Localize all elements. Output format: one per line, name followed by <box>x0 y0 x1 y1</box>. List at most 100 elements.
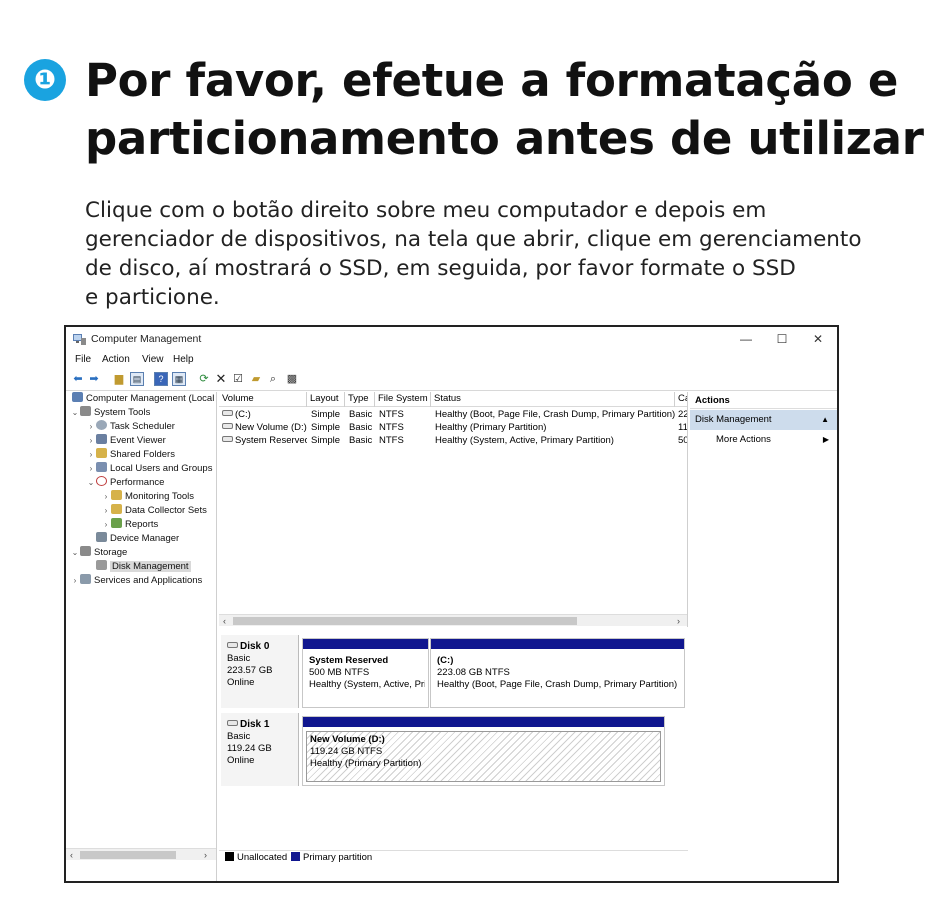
help-icon[interactable]: ? <box>154 372 168 386</box>
clock-icon <box>96 420 107 430</box>
tree-item-performance[interactable]: ⌄ Performance <box>86 476 164 490</box>
instructions: Clique com o botão direito sobre meu com… <box>85 196 925 312</box>
drive-icon <box>222 436 233 442</box>
drive-icon <box>222 410 233 416</box>
column-header-type[interactable]: Type <box>345 392 375 407</box>
tools-icon <box>80 406 91 416</box>
collapse-arrow-icon[interactable]: ⌄ <box>86 476 96 490</box>
open-folder-icon[interactable]: ▰ <box>249 372 263 386</box>
back-arrow-icon[interactable]: ⬅ <box>71 372 85 386</box>
data-collector-icon <box>111 504 122 514</box>
disk-0-label[interactable]: Disk 0 Basic 223.57 GB Online <box>221 635 299 708</box>
partition-new-volume-d[interactable]: New Volume (D:) 119.24 GB NTFS Healthy (… <box>302 716 665 786</box>
unallocated-swatch <box>225 852 234 861</box>
tree-item-system-tools[interactable]: ⌄ System Tools <box>70 406 150 420</box>
tree-item-computer-management[interactable]: Computer Management (Local <box>70 392 214 406</box>
tree-item-storage[interactable]: ⌄ Storage <box>70 546 127 560</box>
refresh-icon[interactable]: ⟳ <box>197 372 211 386</box>
toolbar: ⬅ ➡ ▆ ▤ ? ▦ ⟳ ✕ ☑ ▰ ⌕ ▩ <box>66 369 837 391</box>
instructions-line-2: gerenciador de dispositivos, na tela que… <box>85 227 862 252</box>
tree-item-task-scheduler[interactable]: › Task Scheduler <box>86 420 175 434</box>
tree-item-disk-management[interactable]: Disk Management <box>86 560 191 574</box>
column-header-capacity[interactable]: Ca <box>675 392 687 407</box>
partition-system-reserved[interactable]: System Reserved 500 MB NTFS Healthy (Sys… <box>302 638 429 708</box>
expand-arrow-icon[interactable]: › <box>86 448 96 462</box>
storage-icon <box>80 546 91 556</box>
properties-icon[interactable]: ☑ <box>231 372 245 386</box>
expand-arrow-icon[interactable]: › <box>101 490 111 504</box>
computer-management-icon <box>73 334 86 345</box>
menu-file[interactable]: File <box>75 354 91 365</box>
folder-icon <box>111 490 122 500</box>
collapse-arrow-icon[interactable]: ⌄ <box>70 546 80 560</box>
performance-icon <box>96 476 107 486</box>
tree-item-monitoring-tools[interactable]: › Monitoring Tools <box>101 490 194 504</box>
tree-item-event-viewer[interactable]: › Event Viewer <box>86 434 166 448</box>
legend-primary-partition: Primary partition <box>291 851 372 865</box>
menu-action[interactable]: Action <box>102 354 130 365</box>
maximize-button[interactable]: ☐ <box>767 331 797 347</box>
menu-view[interactable]: View <box>142 354 164 365</box>
partition-c[interactable]: (C:) 223.08 GB NTFS Healthy (Boot, Page … <box>430 638 685 708</box>
expand-arrow-icon[interactable]: › <box>86 434 96 448</box>
drive-icon <box>222 423 233 429</box>
actions-section-disk-management[interactable]: Disk Management ▲ <box>690 410 837 430</box>
scroll-left-icon[interactable]: ‹ <box>70 849 73 861</box>
volume-list-horizontal-scrollbar[interactable]: ‹ › <box>219 614 687 627</box>
volume-list-header: Volume Layout Type File System Status Ca <box>219 392 687 407</box>
search-icon[interactable]: ⌕ <box>266 372 280 386</box>
expand-arrow-icon[interactable]: › <box>70 574 80 588</box>
collapse-arrow-icon[interactable]: ⌄ <box>70 406 80 420</box>
tree-item-device-manager[interactable]: Device Manager <box>86 532 179 546</box>
close-button[interactable]: ✕ <box>803 331 833 347</box>
column-header-layout[interactable]: Layout <box>307 392 345 407</box>
disk-icon <box>227 642 238 648</box>
volume-row[interactable]: (C:) Simple Basic NTFS Healthy (Boot, Pa… <box>219 408 687 421</box>
tree-item-shared-folders[interactable]: › Shared Folders <box>86 448 175 462</box>
computer-management-window: Computer Management — ☐ ✕ File Action Vi… <box>64 325 839 883</box>
page-title: Por favor, efetue a formatação e partici… <box>85 52 935 168</box>
primary-partition-bar <box>303 717 664 727</box>
tree-item-local-users[interactable]: › Local Users and Groups <box>86 462 212 476</box>
actions-pane: Actions Disk Management ▲ More Actions ▶ <box>690 392 837 881</box>
collapse-up-icon[interactable]: ▲ <box>821 410 829 430</box>
console-tree-icon[interactable]: ▤ <box>130 372 144 386</box>
tree-item-data-collector-sets[interactable]: › Data Collector Sets <box>101 504 207 518</box>
up-folder-icon[interactable]: ▆ <box>112 372 126 386</box>
column-header-file-system[interactable]: File System <box>375 392 431 407</box>
disk-icon <box>96 560 107 570</box>
scroll-right-icon[interactable]: › <box>204 849 207 861</box>
settings-icon[interactable]: ▩ <box>285 372 299 386</box>
computer-icon <box>72 392 83 402</box>
tree-item-services-and-applications[interactable]: › Services and Applications <box>70 574 202 588</box>
volume-row[interactable]: System Reserved Simple Basic NTFS Health… <box>219 434 687 447</box>
minimize-button[interactable]: — <box>731 331 761 347</box>
scrollbar-thumb[interactable] <box>233 617 577 625</box>
expand-arrow-icon[interactable]: › <box>101 504 111 518</box>
event-viewer-icon <box>96 434 107 444</box>
column-header-volume[interactable]: Volume <box>219 392 307 407</box>
expand-arrow-icon[interactable]: › <box>86 462 96 476</box>
disk-1-label[interactable]: Disk 1 Basic 119.24 GB Online <box>221 713 299 786</box>
primary-partition-swatch <box>291 852 300 861</box>
delete-icon[interactable]: ✕ <box>214 372 228 386</box>
column-header-status[interactable]: Status <box>431 392 675 407</box>
expand-arrow-icon[interactable]: › <box>86 420 96 434</box>
tree-horizontal-scrollbar[interactable]: ‹ › <box>66 848 216 860</box>
tree-item-reports[interactable]: › Reports <box>101 518 158 532</box>
menu-help[interactable]: Help <box>173 354 194 365</box>
expand-arrow-icon[interactable]: › <box>101 518 111 532</box>
volume-row[interactable]: New Volume (D:) Simple Basic NTFS Health… <box>219 421 687 434</box>
more-actions-item[interactable]: More Actions ▶ <box>690 432 837 448</box>
reports-icon <box>111 518 122 528</box>
forward-arrow-icon[interactable]: ➡ <box>87 372 101 386</box>
volume-list: Volume Layout Type File System Status Ca… <box>219 392 688 627</box>
menu-bar: File Action View Help <box>66 351 837 369</box>
scroll-left-icon[interactable]: ‹ <box>223 615 226 627</box>
legend-unallocated: Unallocated <box>225 851 287 865</box>
scrollbar-thumb[interactable] <box>80 851 176 859</box>
instructions-line-3: de disco, aí mostrará o SSD, em seguida,… <box>85 256 796 281</box>
title-line-1: Por favor, efetue a formatação e <box>85 54 899 107</box>
show-hide-pane-icon[interactable]: ▦ <box>172 372 186 386</box>
scroll-right-icon[interactable]: › <box>677 615 680 627</box>
